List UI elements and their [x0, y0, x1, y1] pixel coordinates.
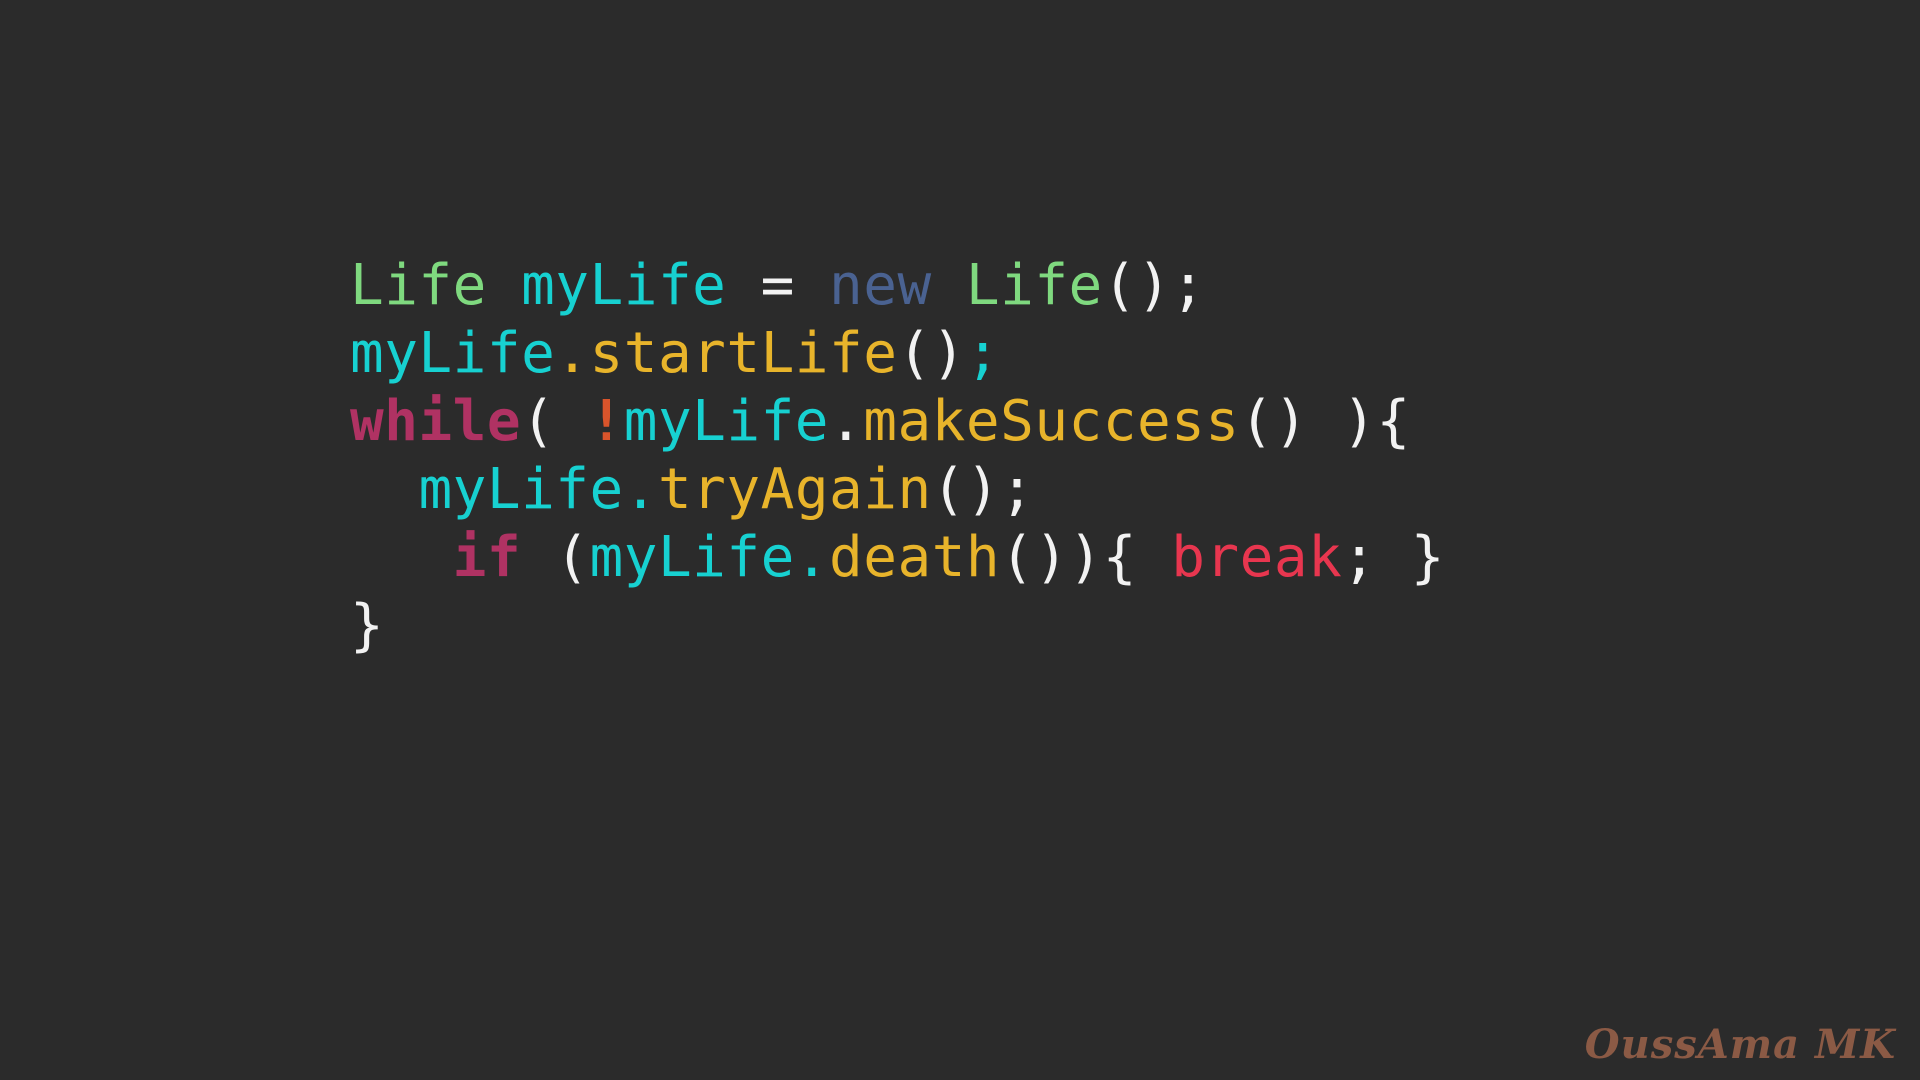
code-token: ()){ [1000, 525, 1172, 590]
code-token: . [794, 525, 830, 590]
code-token: Life [350, 253, 487, 318]
code-token: tryAgain [657, 457, 932, 522]
code-line-5: if (myLife.death()){ break; } [350, 524, 1750, 592]
code-line-3: while( !myLife.makeSuccess() ){ [350, 388, 1750, 456]
code-block: Life myLife = new Life(); myLife.startLi… [350, 252, 1750, 660]
code-token: myLife [350, 321, 556, 386]
code-token: myLife [589, 525, 795, 590]
code-token: () [897, 321, 966, 386]
code-token: new [829, 253, 932, 318]
code-line-6: } [350, 592, 1750, 660]
code-token: (); [931, 457, 1035, 522]
code-token: ; } [1342, 525, 1445, 590]
wallpaper-canvas: Life myLife = new Life(); myLife.startLi… [0, 0, 1920, 1080]
code-token: death [829, 525, 1001, 590]
code-token: ; [965, 321, 1001, 386]
code-token: (); [1102, 253, 1206, 318]
code-token: . [829, 389, 864, 454]
code-token: makeSuccess [863, 389, 1240, 454]
code-token: startLife [589, 321, 898, 386]
code-token: . [623, 457, 658, 522]
code-token: Life [965, 253, 1103, 318]
code-token: . [555, 321, 590, 386]
code-token: ! [589, 389, 624, 454]
code-token: ( [521, 389, 590, 454]
code-token: ( [521, 525, 590, 590]
artist-signature: OussAma MK [1584, 1021, 1896, 1068]
code-token: } [350, 593, 385, 658]
code-token: myLife [623, 389, 830, 454]
code-token: myLife [418, 457, 624, 522]
code-line-1: Life myLife = new Life(); [350, 252, 1750, 320]
code-token: () ){ [1239, 389, 1411, 454]
code-token: if [452, 525, 522, 590]
code-line-2: myLife.startLife(); [350, 320, 1750, 388]
code-token: break [1171, 525, 1343, 590]
code-token: myLife [521, 253, 727, 318]
code-token: while [350, 389, 522, 454]
code-token: = [760, 253, 795, 318]
code-line-4: myLife.tryAgain(); [350, 456, 1750, 524]
